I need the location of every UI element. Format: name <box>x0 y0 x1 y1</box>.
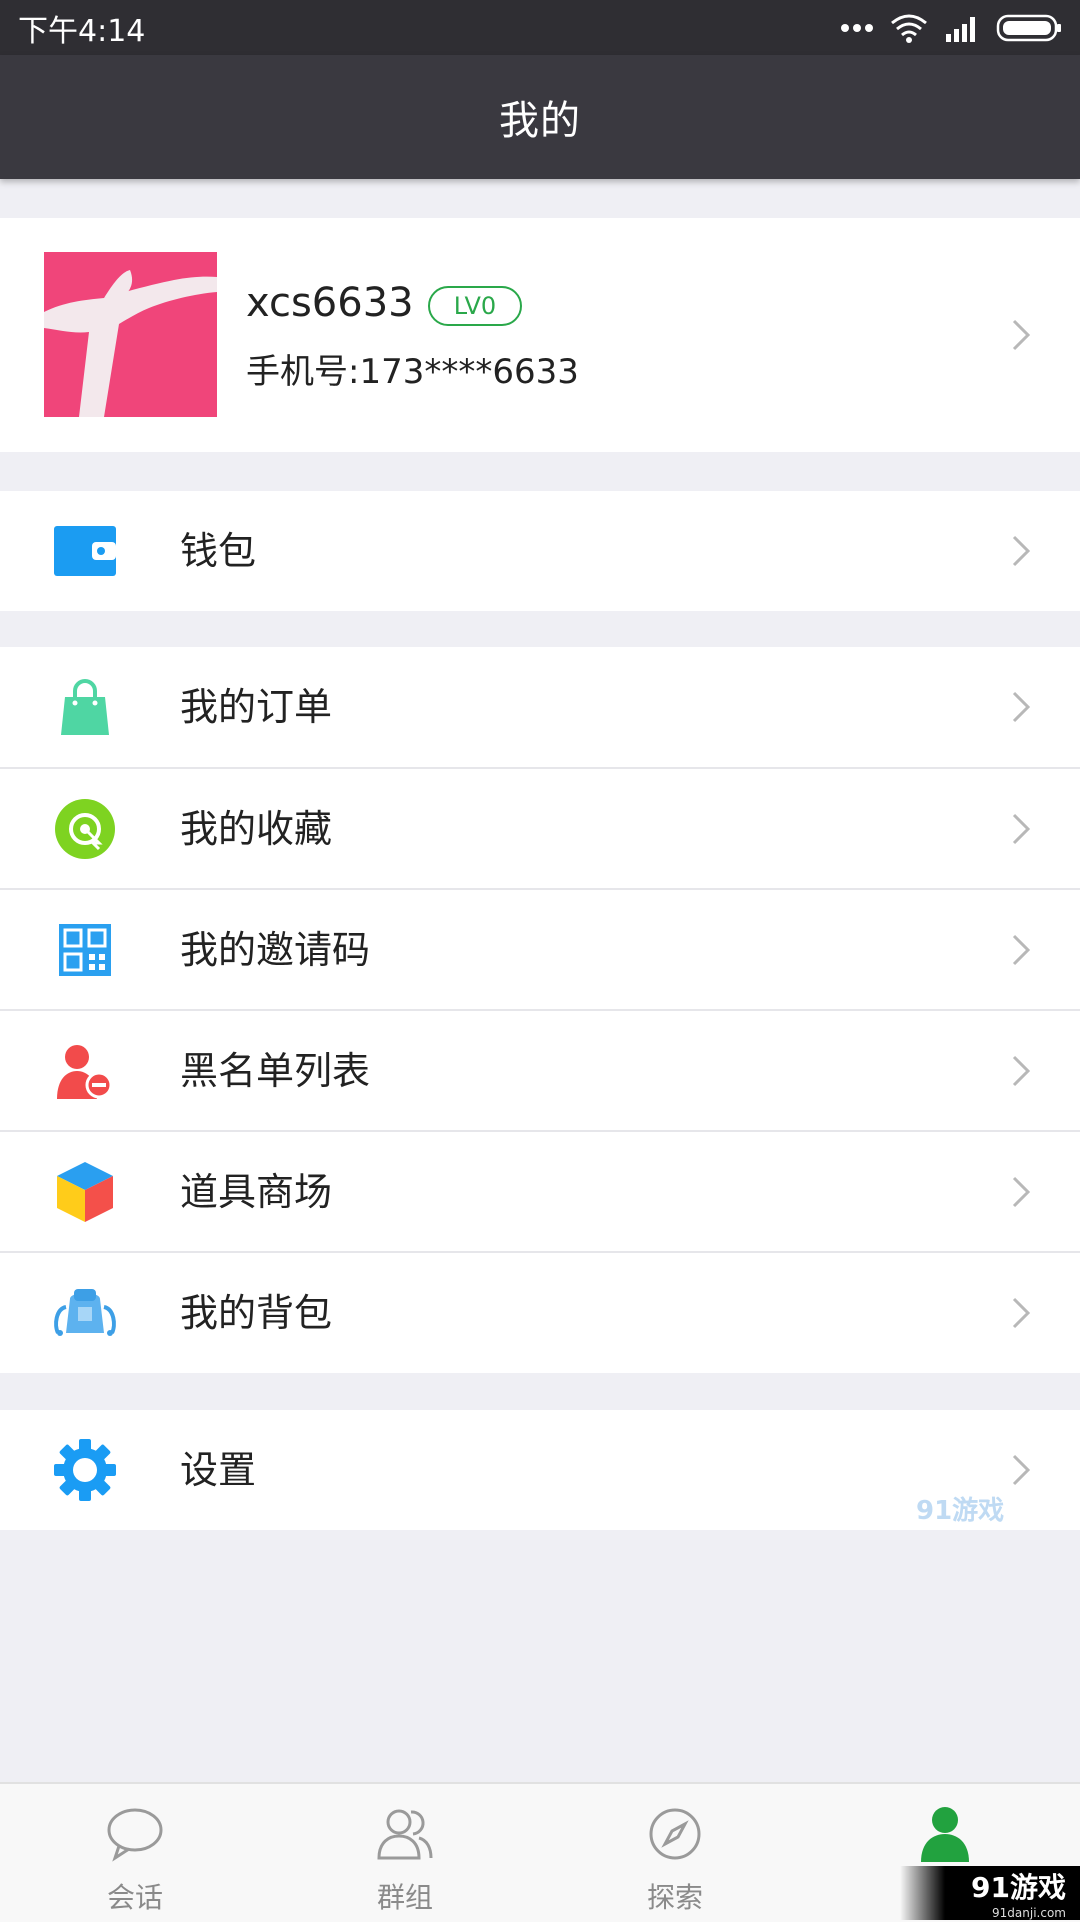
qr-code-icon <box>52 920 118 980</box>
chevron-right-icon <box>1012 1297 1031 1329</box>
phone-number: 手机号:173****6633 <box>246 352 579 392</box>
cube-icon <box>52 1162 118 1222</box>
watermark-text: 91游戏 <box>916 1496 1005 1526</box>
group-icon <box>377 1809 433 1860</box>
chevron-right-icon <box>1012 934 1031 966</box>
menu-item-invite-code[interactable]: 我的邀请码 <box>0 890 1080 1010</box>
tab-label: 群组 <box>376 1881 433 1914</box>
profile-card[interactable]: xcs6633 LV0 手机号:173****6633 <box>0 218 1080 452</box>
wifi-icon <box>891 14 927 43</box>
chevron-right-icon <box>1012 1176 1031 1208</box>
more-dots-icon <box>841 23 873 32</box>
chevron-right-icon <box>1012 691 1031 723</box>
app-bar: 我的 <box>0 55 1080 179</box>
compass-icon <box>649 1808 701 1860</box>
tab-groups[interactable]: 群组 <box>270 1784 540 1922</box>
gear-icon <box>52 1439 118 1501</box>
person-icon <box>921 1807 969 1862</box>
menu-label: 道具商场 <box>180 1170 333 1214</box>
menu-label: 我的邀请码 <box>180 928 371 972</box>
tab-explore[interactable]: 探索 <box>540 1784 810 1922</box>
status-bar: 下午4:14 <box>0 0 1080 55</box>
status-time: 下午4:14 <box>18 13 146 49</box>
avatar <box>44 252 217 417</box>
wallet-icon <box>52 521 118 581</box>
menu-item-favorites[interactable]: 我的收藏 <box>0 769 1080 889</box>
menu-item-orders[interactable]: 我的订单 <box>0 647 1080 767</box>
battery-icon <box>996 14 1061 41</box>
watermark-url: 91danji.com <box>992 1906 1066 1920</box>
watermark-logo: 91游戏 <box>916 1490 1016 1530</box>
user-block-icon <box>52 1041 118 1101</box>
chevron-right-icon <box>1012 1454 1031 1486</box>
shopping-bag-icon <box>52 677 118 737</box>
level-badge: LV0 <box>428 286 522 326</box>
status-icons <box>840 13 1062 43</box>
tab-chat[interactable]: 会话 <box>0 1784 270 1922</box>
menu-label: 设置 <box>180 1448 257 1492</box>
watermark-badge: 91游戏 91danji.com <box>900 1866 1080 1920</box>
watermark-text: 91游戏 <box>971 1871 1066 1904</box>
chevron-right-icon <box>1012 813 1031 845</box>
menu-item-prop-store[interactable]: 道具商场 <box>0 1132 1080 1252</box>
chevron-right-icon <box>1012 535 1031 567</box>
chevron-right-icon <box>1012 319 1031 351</box>
username: xcs6633 <box>246 280 414 326</box>
menu-item-blacklist[interactable]: 黑名单列表 <box>0 1011 1080 1131</box>
tab-label: 探索 <box>646 1881 703 1914</box>
signal-icon <box>946 16 975 42</box>
favorites-icon <box>52 799 118 859</box>
tab-label: 会话 <box>106 1881 163 1914</box>
menu-item-wallet[interactable]: 钱包 <box>0 491 1080 611</box>
avatar-image <box>44 252 217 417</box>
menu-label: 黑名单列表 <box>180 1049 371 1093</box>
backpack-icon <box>52 1283 118 1343</box>
chat-bubble-icon <box>107 1808 163 1862</box>
menu-item-backpack[interactable]: 我的背包 <box>0 1253 1080 1373</box>
menu-label: 我的收藏 <box>180 807 333 851</box>
page-title: 我的 <box>499 98 581 144</box>
menu-label: 我的订单 <box>180 685 333 729</box>
menu-label: 我的背包 <box>180 1291 333 1335</box>
menu-label: 钱包 <box>180 529 257 573</box>
chevron-right-icon <box>1012 1055 1031 1087</box>
